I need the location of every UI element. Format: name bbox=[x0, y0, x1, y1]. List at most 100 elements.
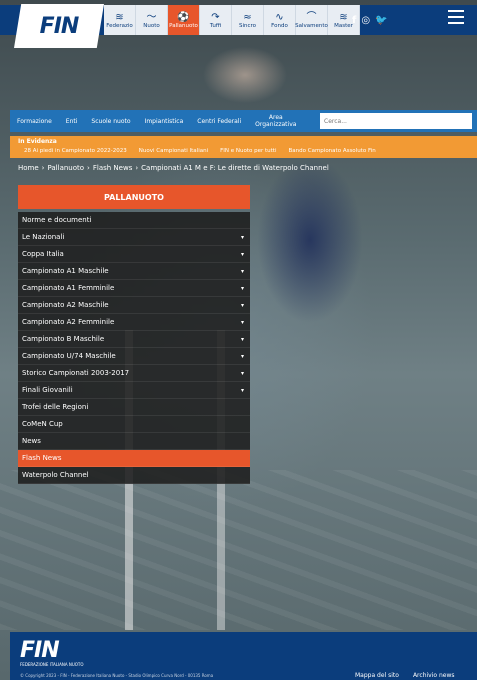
footer-logo[interactable]: FIN bbox=[20, 638, 60, 663]
sidebar-item-flash-news[interactable]: Flash News bbox=[18, 450, 250, 467]
instagram-icon[interactable]: ◎ bbox=[361, 15, 370, 26]
breadcrumb-item[interactable]: Pallanuoto bbox=[47, 164, 84, 172]
waterpolo-icon: ⚽ bbox=[177, 11, 190, 23]
chevron-down-icon[interactable]: ▾ bbox=[241, 353, 244, 360]
sidebar-item-campionato-u-74-maschile[interactable]: Campionato U/74 Maschile ▾ bbox=[18, 348, 250, 365]
footer-links: Mappa del sito Archivio news bbox=[355, 672, 454, 679]
discipline-tab-pallanuoto[interactable]: ⚽ Pallanuoto bbox=[168, 5, 200, 35]
sidebar-item-label: CoMeN Cup bbox=[22, 420, 63, 428]
footer-link-sitemap[interactable]: Mappa del sito bbox=[355, 672, 399, 679]
main-nav: Formazione Enti Scuole nuoto Impiantistica C… bbox=[10, 110, 477, 132]
master-icon: ≋ bbox=[339, 11, 348, 23]
swimmer-icon: 〜 bbox=[146, 11, 157, 23]
chevron-down-icon[interactable]: ▾ bbox=[241, 319, 244, 326]
breadcrumb-separator: › bbox=[135, 164, 139, 172]
sidebar-item-label: Campionato B Maschile bbox=[22, 335, 105, 343]
footer-link-news-archive[interactable]: Archivio news bbox=[413, 672, 455, 679]
twitter-icon[interactable]: 🐦 bbox=[375, 15, 387, 26]
discipline-label: Master bbox=[334, 22, 353, 29]
sidebar-item-news[interactable]: News bbox=[18, 433, 250, 450]
search-input[interactable] bbox=[320, 113, 472, 129]
sidebar-item-label: Le Nazionali bbox=[22, 233, 65, 241]
nav-item-scuole-nuoto[interactable]: Scuole nuoto bbox=[84, 118, 137, 125]
sidebar-item-label: Finali Giovanili bbox=[22, 386, 73, 394]
highlight-link[interactable]: Bando Campionato Assoluto Fin bbox=[289, 148, 376, 154]
logo-text: FIN bbox=[39, 13, 80, 39]
sidebar-item-comen-cup[interactable]: CoMeN Cup bbox=[18, 416, 250, 433]
breadcrumb-item[interactable]: Flash News bbox=[93, 164, 132, 172]
diver-icon: ↷ bbox=[211, 11, 220, 23]
chevron-down-icon[interactable]: ▾ bbox=[241, 251, 244, 258]
nav-item-area-organizzativa[interactable]: Area Organizzativa bbox=[248, 114, 303, 128]
chevron-down-icon[interactable]: ▾ bbox=[241, 370, 244, 377]
fin-icon: ≋ bbox=[115, 11, 124, 23]
sidebar-item-label: Coppa Italia bbox=[22, 250, 64, 258]
discipline-label: Salvamento bbox=[295, 22, 328, 29]
sidebar-item-label: Campionato A1 Femminile bbox=[22, 284, 115, 292]
breadcrumb-separator: › bbox=[41, 164, 45, 172]
discipline-nav: ≋ Federazio 〜 Nuoto ⚽ Pallanuoto ↷ Tuffi ≈ Sincro… bbox=[104, 5, 360, 35]
sidebar-item-le-nazionali[interactable]: Le Nazionali ▾ bbox=[18, 229, 250, 246]
chevron-down-icon[interactable]: ▾ bbox=[241, 387, 244, 394]
highlight-link[interactable]: 28 Ai piedi in Campionato 2022-2023 bbox=[24, 148, 127, 154]
sidebar-item-campionato-a2-maschile[interactable]: Campionato A2 Maschile ▾ bbox=[18, 297, 250, 314]
sidebar-item-waterpolo-channel[interactable]: Waterpolo Channel bbox=[18, 467, 250, 484]
chevron-down-icon[interactable]: ▾ bbox=[241, 268, 244, 275]
breadcrumb-item[interactable]: Home bbox=[18, 164, 39, 172]
discipline-tab-salvamento[interactable]: ⌒ Salvamento bbox=[295, 5, 328, 35]
sidebar-item-label: Flash News bbox=[22, 454, 62, 462]
sidebar-item-norme-e-documenti[interactable]: Norme e documenti bbox=[18, 212, 250, 229]
sidebar-item-label: Storico Campionati 2003-2017 bbox=[22, 369, 130, 377]
logo[interactable]: FIN bbox=[14, 4, 104, 48]
breadcrumb: Home › Pallanuoto › Flash News › Campionati A1… bbox=[18, 164, 329, 172]
search-icon[interactable]: ⌕ bbox=[472, 113, 477, 129]
nav-item-centri-federali[interactable]: Centri Federali bbox=[190, 118, 248, 125]
discipline-label: Nuoto bbox=[143, 22, 160, 29]
chevron-down-icon[interactable]: ▾ bbox=[241, 302, 244, 309]
sidebar-item-storico-campionati-2003-2017[interactable]: Storico Campionati 2003-2017 ▾ bbox=[18, 365, 250, 382]
chevron-down-icon[interactable]: ▾ bbox=[241, 336, 244, 343]
open-water-icon: ∿ bbox=[275, 11, 284, 23]
discipline-tab-tuffi[interactable]: ↷ Tuffi bbox=[200, 5, 232, 35]
sidebar-item-trofei-delle-regioni[interactable]: Trofei delle Regioni bbox=[18, 399, 250, 416]
sidebar-item-finali-giovanili[interactable]: Finali Giovanili ▾ bbox=[18, 382, 250, 399]
breadcrumb-separator: › bbox=[87, 164, 90, 172]
discipline-tab-sincro[interactable]: ≈ Sincro bbox=[232, 5, 264, 35]
discipline-tab-fondo[interactable]: ∿ Fondo bbox=[264, 5, 296, 35]
pool-water bbox=[0, 470, 477, 630]
menu-icon[interactable] bbox=[448, 10, 464, 24]
chevron-down-icon[interactable]: ▾ bbox=[241, 234, 244, 241]
discipline-label: Pallanuoto bbox=[169, 22, 198, 29]
chevron-down-icon[interactable]: ▾ bbox=[241, 285, 244, 292]
discipline-tab-federazio[interactable]: ≋ Federazio bbox=[104, 5, 136, 35]
discipline-label: Sincro bbox=[238, 22, 257, 29]
sidebar-item-label: Campionato A2 Maschile bbox=[22, 301, 109, 309]
social-links: f ◎ 🐦 bbox=[352, 5, 388, 35]
nav-item-formazione[interactable]: Formazione bbox=[10, 118, 59, 125]
footer-subtitle: FEDERAZIONE ITALIANA NUOTO bbox=[20, 662, 84, 667]
sidebar-item-campionato-a2-femminile[interactable]: Campionato A2 Femminile ▾ bbox=[18, 314, 250, 331]
synchro-icon: ≈ bbox=[243, 11, 252, 23]
sidebar-title: PALLANUOTO bbox=[18, 185, 250, 209]
nav-item-impiantistica[interactable]: Impiantistica bbox=[138, 118, 191, 125]
sidebar-item-coppa-italia[interactable]: Coppa Italia ▾ bbox=[18, 246, 250, 263]
sidebar-menu: Norme e documenti Le Nazionali ▾ Coppa Ital… bbox=[18, 212, 250, 484]
discipline-label: Tuffi bbox=[209, 22, 222, 29]
sidebar-item-label: Trofei delle Regioni bbox=[22, 403, 89, 411]
nav-item-enti[interactable]: Enti bbox=[59, 118, 85, 125]
footer: FIN FEDERAZIONE ITALIANA NUOTO © Copyrig… bbox=[10, 632, 477, 680]
sidebar-item-label: Norme e documenti bbox=[22, 216, 92, 224]
discipline-label: Fondo bbox=[271, 22, 288, 29]
discipline-label: Federazio bbox=[106, 22, 133, 29]
highlight-link[interactable]: FIN e Nuoto per tutti bbox=[220, 148, 276, 154]
sidebar-item-label: News bbox=[22, 437, 41, 445]
facebook-icon[interactable]: f bbox=[352, 15, 356, 26]
sidebar-item-campionato-a1-femminile[interactable]: Campionato A1 Femminile ▾ bbox=[18, 280, 250, 297]
highlight-link[interactable]: Nuovi Campionati Italiani bbox=[139, 148, 208, 154]
sidebar-item-campionato-b-maschile[interactable]: Campionato B Maschile ▾ bbox=[18, 331, 250, 348]
breadcrumb-item: Campionati A1 M e F: Le dirette di Water… bbox=[141, 164, 329, 172]
copyright-text: © Copyright 2023 - FIN - Federazione Ita… bbox=[20, 673, 214, 678]
sidebar-item-campionato-a1-maschile[interactable]: Campionato A1 Maschile ▾ bbox=[18, 263, 250, 280]
discipline-tab-nuoto[interactable]: 〜 Nuoto bbox=[136, 5, 168, 35]
highlights-bar: In Evidenza 28 Ai piedi in Campionato 20… bbox=[10, 136, 477, 158]
